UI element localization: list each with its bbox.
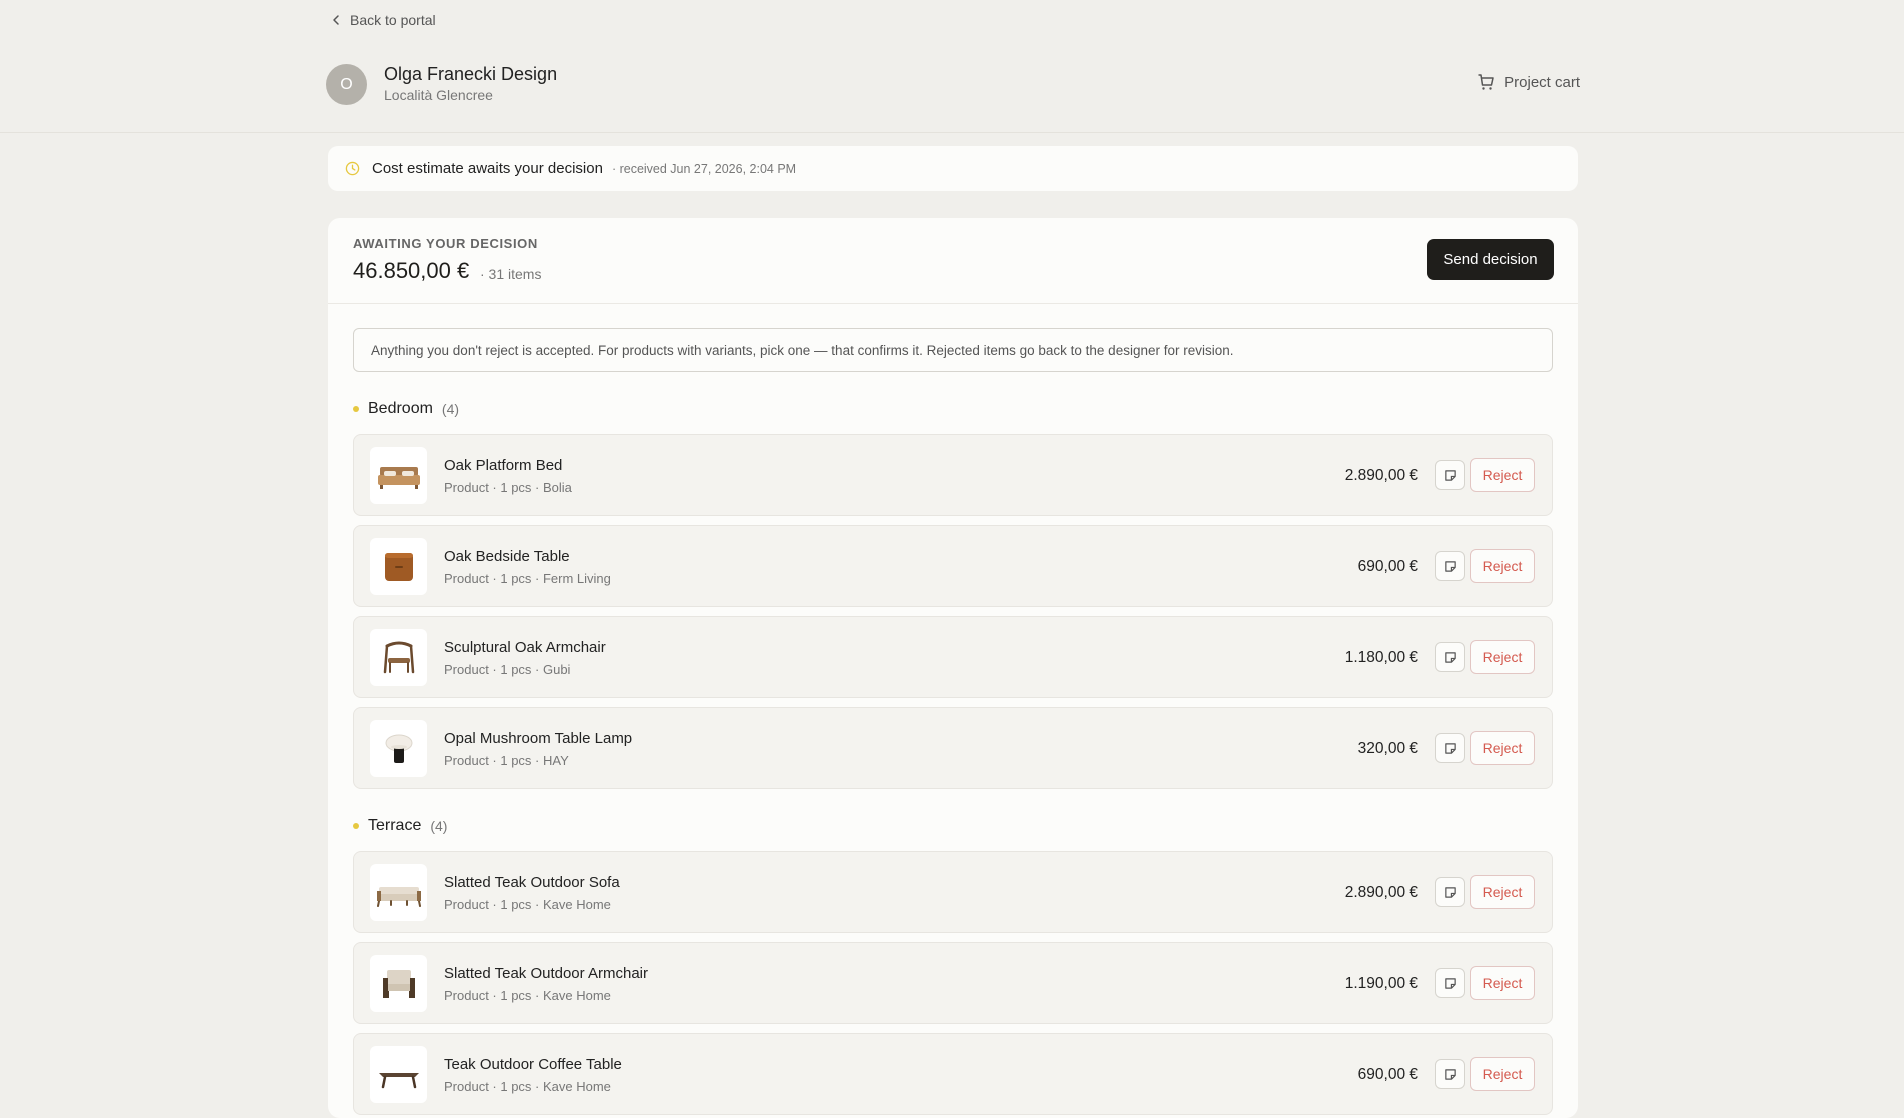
section-name: Bedroom <box>368 400 433 417</box>
product-name: Opal Mushroom Table Lamp <box>444 730 633 747</box>
product-price: 690,00 € <box>1357 1066 1418 1083</box>
line-item: Sculptural Oak Armchair Product · 1 pcs … <box>353 616 1553 698</box>
add-note-button[interactable] <box>1435 733 1465 763</box>
armchair-icon <box>383 641 414 673</box>
back-label: Back to portal <box>350 12 436 28</box>
reject-button[interactable]: Reject <box>1470 549 1535 583</box>
note-icon <box>1444 977 1456 989</box>
instructions-text: Anything you don't reject is accepted. F… <box>353 328 1553 372</box>
reject-button[interactable]: Reject <box>1470 875 1535 909</box>
product-name: Slatted Teak Outdoor Armchair <box>444 965 648 982</box>
add-note-button[interactable] <box>1435 460 1465 490</box>
clock-icon <box>345 161 360 176</box>
product-price: 2.890,00 € <box>1344 467 1418 484</box>
reject-button[interactable]: Reject <box>1470 640 1535 674</box>
product-name: Oak Bedside Table <box>444 548 570 565</box>
product-thumbnail <box>370 864 427 921</box>
add-note-button[interactable] <box>1435 551 1465 581</box>
product-price: 320,00 € <box>1357 740 1418 757</box>
outdoor-armchair-icon <box>382 969 415 998</box>
bed-icon <box>377 466 420 489</box>
line-item: Opal Mushroom Table Lamp Product · 1 pcs… <box>353 707 1553 789</box>
product-meta: Product · 1 pcs · Ferm Living <box>444 571 611 586</box>
product-meta: Product · 1 pcs · HAY <box>444 753 569 768</box>
line-item: Oak Bedside Table Product · 1 pcs · Ferm… <box>353 525 1553 607</box>
product-meta: Product · 1 pcs · Kave Home <box>444 897 611 912</box>
reject-button[interactable]: Reject <box>1470 731 1535 765</box>
product-price: 690,00 € <box>1357 558 1418 575</box>
notice-received: · received Jun 27, 2026, 2:04 PM <box>611 161 797 176</box>
product-price: 1.180,00 € <box>1344 649 1418 666</box>
add-note-button[interactable] <box>1435 1059 1465 1089</box>
product-thumbnail <box>370 955 427 1012</box>
cart-icon <box>1478 74 1494 90</box>
note-icon <box>1444 886 1456 898</box>
product-thumbnail <box>370 629 427 686</box>
add-note-button[interactable] <box>1435 877 1465 907</box>
product-meta: Product · 1 pcs · Gubi <box>444 662 571 677</box>
project-cart-label: Project cart <box>1504 73 1580 91</box>
project-cart-button[interactable]: Project cart <box>1477 73 1580 91</box>
section-header-terrace: Terrace (4) <box>353 817 447 835</box>
line-item: Slatted Teak Outdoor Armchair Product · … <box>353 942 1553 1024</box>
reject-button[interactable]: Reject <box>1470 1057 1535 1091</box>
product-thumbnail <box>370 1046 427 1103</box>
studio-location: Località Glencree <box>384 87 493 103</box>
product-price: 1.190,00 € <box>1344 975 1418 992</box>
product-thumbnail <box>370 538 427 595</box>
add-note-button[interactable] <box>1435 642 1465 672</box>
reject-button[interactable]: Reject <box>1470 458 1535 492</box>
product-name: Slatted Teak Outdoor Sofa <box>444 874 620 891</box>
decision-notice: Cost estimate awaits your decision · rec… <box>328 146 1578 191</box>
add-note-button[interactable] <box>1435 968 1465 998</box>
sofa-icon <box>376 886 421 907</box>
chevron-left-icon <box>333 15 339 25</box>
line-item: Teak Outdoor Coffee Table Product · 1 pc… <box>353 1033 1553 1115</box>
product-price: 2.890,00 € <box>1344 884 1418 901</box>
section-count: (4) <box>441 401 460 417</box>
note-icon <box>1444 469 1456 481</box>
product-meta: Product · 1 pcs · Bolia <box>444 480 572 495</box>
section-count: (4) <box>430 818 448 834</box>
section-dot <box>353 406 359 412</box>
bedside-table-icon <box>384 552 413 581</box>
estimate-total: 46.850,00 € <box>353 258 470 283</box>
back-to-portal-link[interactable]: Back to portal <box>330 12 436 28</box>
reject-button[interactable]: Reject <box>1470 966 1535 1000</box>
estimate-card: AWAITING YOUR DECISION 46.850,00 € · 31 … <box>328 218 1578 1118</box>
coffee-table-icon <box>378 1072 419 1088</box>
note-icon <box>1444 1068 1456 1080</box>
items-count: · 31 items <box>480 266 542 282</box>
note-icon <box>1444 651 1456 663</box>
lamp-icon <box>385 734 412 763</box>
section-header-bedroom: Bedroom (4) <box>353 400 459 418</box>
estimate-header: AWAITING YOUR DECISION 46.850,00 € · 31 … <box>328 218 1578 304</box>
notice-title: Cost estimate awaits your decision <box>372 160 603 177</box>
send-decision-button[interactable]: Send decision <box>1427 239 1554 280</box>
product-meta: Product · 1 pcs · Kave Home <box>444 988 611 1003</box>
avatar: O <box>326 64 367 105</box>
product-thumbnail <box>370 447 427 504</box>
line-item: Oak Platform Bed Product · 1 pcs · Bolia… <box>353 434 1553 516</box>
product-name: Sculptural Oak Armchair <box>444 639 606 656</box>
note-icon <box>1444 560 1456 572</box>
studio-name: Olga Franecki Design <box>384 64 558 84</box>
section-dot <box>353 823 359 829</box>
product-name: Teak Outdoor Coffee Table <box>444 1056 622 1073</box>
product-meta: Product · 1 pcs · Kave Home <box>444 1079 611 1094</box>
product-thumbnail <box>370 720 427 777</box>
section-name: Terrace <box>368 817 422 834</box>
note-icon <box>1444 742 1456 754</box>
status-label: AWAITING YOUR DECISION <box>353 236 538 251</box>
product-name: Oak Platform Bed <box>444 457 563 474</box>
top-bar: Back to portal O Olga Franecki Design Lo… <box>0 0 1904 133</box>
line-item: Slatted Teak Outdoor Sofa Product · 1 pc… <box>353 851 1553 933</box>
